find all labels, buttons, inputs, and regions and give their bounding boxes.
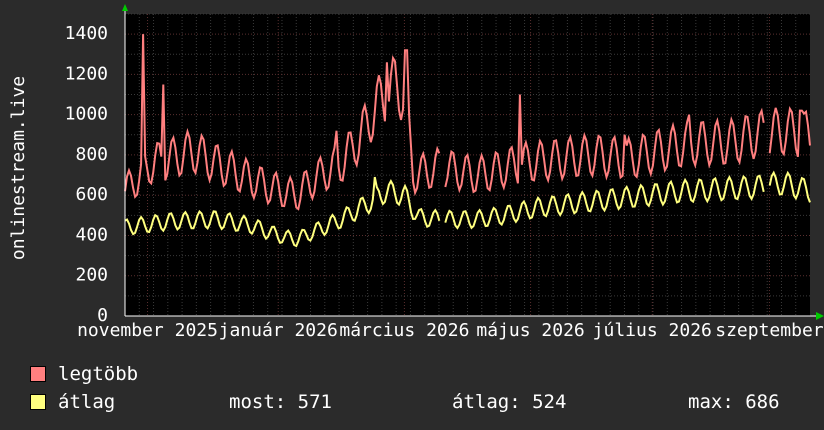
stat-current: most: 571	[229, 391, 332, 413]
x-tick-label: január 2026	[219, 320, 338, 341]
y-tick-label: 1200	[65, 63, 108, 84]
y-tick-label: 1400	[65, 23, 108, 44]
legend-label-max: legtöbb	[58, 363, 139, 385]
x-tick-label: november 2025	[77, 320, 218, 341]
x-tick-label: szeptember	[715, 320, 824, 341]
y-tick-label: 1000	[65, 104, 108, 125]
y-tick-label: 400	[75, 224, 108, 245]
stat-average: átlag: 524	[452, 391, 567, 413]
x-axis-arrow-icon	[816, 312, 824, 320]
y-tick-label: 200	[75, 265, 108, 286]
x-tick-label: július 2026	[593, 320, 712, 341]
legend-item-max: legtöbb	[30, 363, 138, 385]
y-axis-label: onlinestream.live	[8, 76, 29, 260]
legend-label-avg: átlag	[58, 391, 116, 413]
legend-item-avg: átlag	[30, 391, 115, 413]
x-tick-label: május 2026	[476, 320, 584, 341]
x-tick-label: március 2026	[339, 320, 469, 341]
legend-swatch-avg	[30, 394, 46, 410]
legend-swatch-max	[30, 366, 46, 382]
y-tick-label: 600	[75, 184, 108, 205]
stat-max: max: 686	[688, 391, 780, 413]
y-axis-arrow-icon	[122, 4, 128, 11]
y-tick-label: 800	[75, 144, 108, 165]
